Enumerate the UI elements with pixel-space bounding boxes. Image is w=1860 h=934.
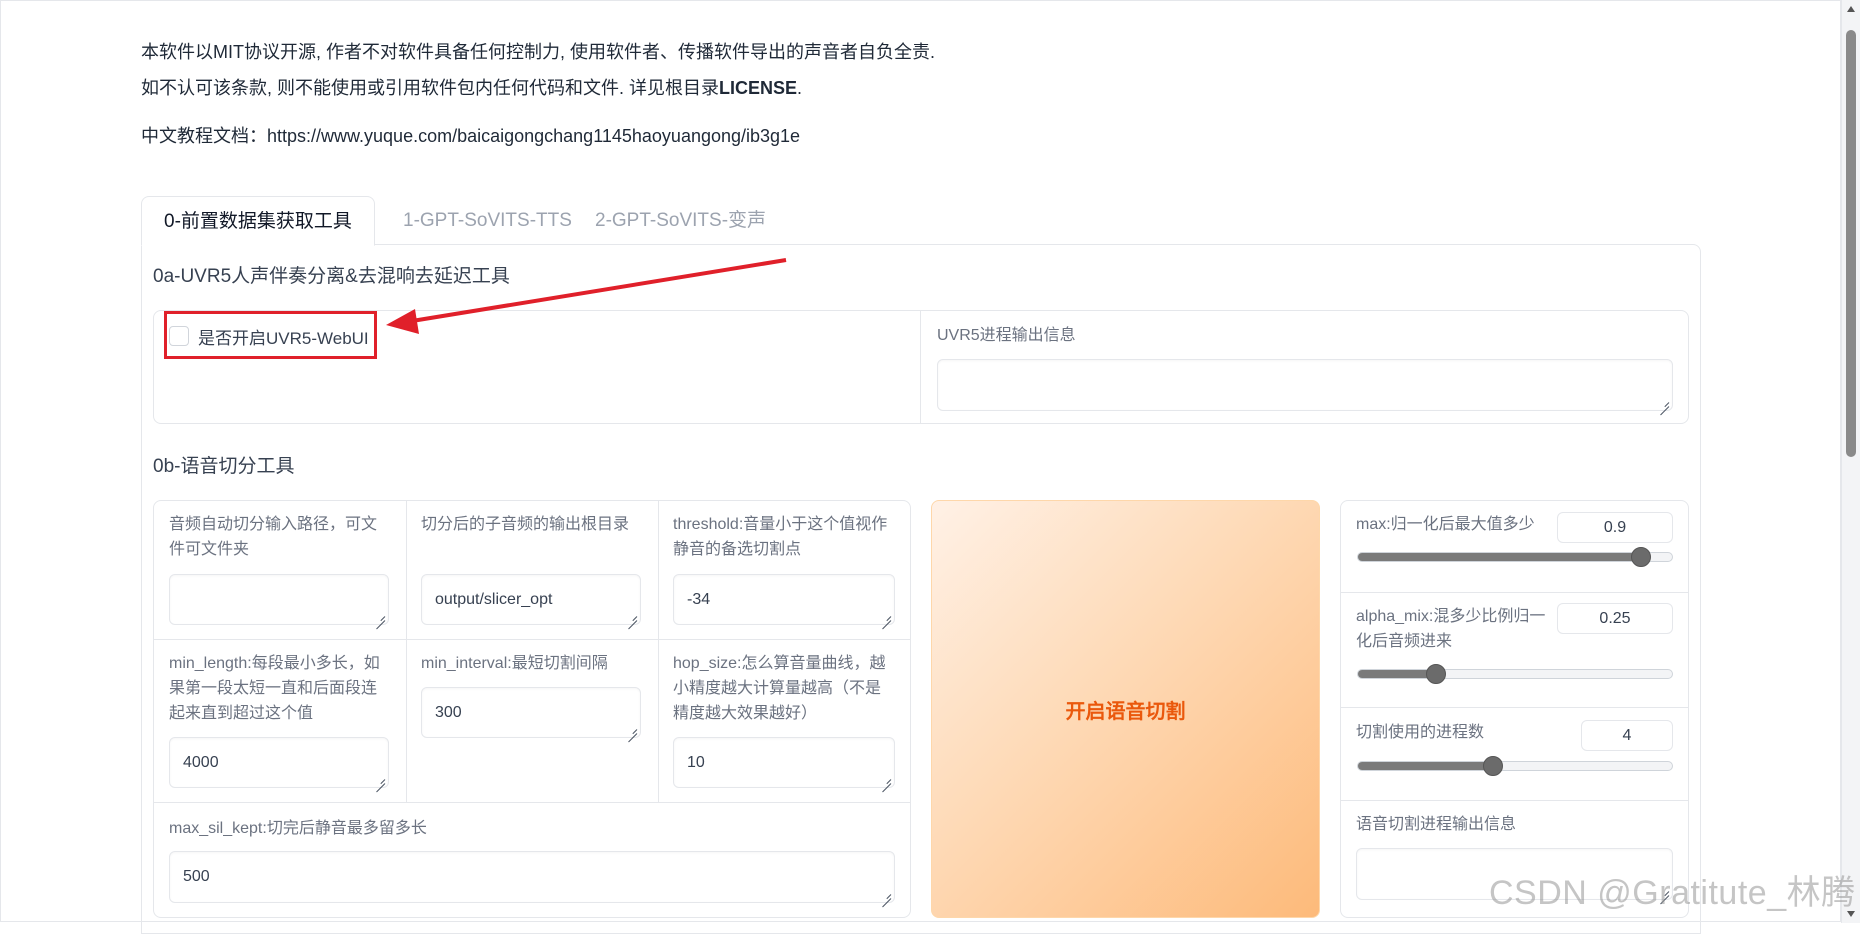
resize-grip-icon[interactable] — [1660, 398, 1669, 407]
threshold-label: threshold:音量小于这个值视作静音的备选切割点 — [673, 516, 888, 558]
annotation-highlight-box — [164, 311, 377, 359]
process-count-slider-fill — [1358, 762, 1494, 770]
grid-vline-2 — [658, 501, 659, 802]
tab-tts[interactable]: 1-GPT-SoVITS-TTS — [381, 196, 594, 246]
process-count-number-input[interactable]: 4 — [1581, 720, 1673, 751]
max-label: max:归一化后最大值多少 — [1356, 516, 1535, 533]
watermark: CSDN @Gratitute_林腾 — [1489, 874, 1856, 912]
max-slider-track[interactable] — [1357, 552, 1673, 562]
uvr5-output-label: UVR5进程输出信息 — [937, 327, 1076, 344]
min-interval-textbox[interactable]: 300 — [421, 687, 641, 738]
max-sil-kept-label: max_sil_kept:切完后静音最多留多长 — [169, 820, 427, 837]
output-dir-label: 切分后的子音频的输出根目录 — [421, 516, 630, 533]
input-path-textbox[interactable] — [169, 574, 389, 625]
tab-voice-change[interactable]: 2-GPT-SoVITS-变声 — [573, 196, 788, 246]
min-length-label: min_length:每段最小多长，如果第一段太短一直和后面段连起来直到超过这个… — [169, 655, 380, 722]
start-slicing-button[interactable]: 开启语音切割 — [931, 500, 1320, 918]
alpha-mix-slider-track[interactable] — [1357, 669, 1673, 679]
resize-grip-icon[interactable] — [628, 725, 637, 734]
tutorial-link[interactable]: https://www.yuque.com/baicaigongchang114… — [267, 126, 800, 146]
resize-grip-icon[interactable] — [628, 612, 637, 621]
slicer-section-title: 0b-语音切分工具 — [153, 456, 295, 477]
threshold-value: -34 — [687, 590, 711, 608]
alpha-mix-number-input[interactable]: 0.25 — [1557, 603, 1673, 634]
slicer-progress-label: 语音切割进程输出信息 — [1356, 816, 1517, 833]
grid-hline-2 — [154, 802, 910, 803]
input-path-label: 音频自动切分输入路径，可文件可文件夹 — [169, 516, 378, 558]
tab-dataset-tools[interactable]: 0-前置数据集获取工具 — [141, 196, 375, 246]
page-scrollbar[interactable] — [1841, 0, 1860, 923]
hop-size-textbox[interactable]: 10 — [673, 737, 895, 788]
resize-grip-icon[interactable] — [882, 890, 891, 899]
options-divider-1 — [1341, 592, 1688, 593]
alpha-mix-label: alpha_mix:混多少比例归一化后音频进来 — [1356, 608, 1546, 650]
notice-period: . — [797, 78, 803, 98]
max-sil-kept-textbox[interactable]: 500 — [169, 851, 895, 903]
resize-grip-icon[interactable] — [882, 612, 891, 621]
max-number-input[interactable]: 0.9 — [1557, 512, 1673, 543]
min-length-textbox[interactable]: 4000 — [169, 737, 389, 788]
max-slider-fill — [1358, 553, 1641, 561]
output-dir-textbox[interactable]: output/slicer_opt — [421, 574, 641, 625]
notice-line-2-text: 如不认可该条款, 则不能使用或引用软件包内任何代码和文件. 详见根目录 — [141, 78, 720, 98]
process-count-slider-thumb[interactable] — [1482, 756, 1503, 776]
process-count-label: 切割使用的进程数 — [1356, 724, 1485, 741]
hop-size-value: 10 — [687, 753, 705, 771]
min-interval-value: 300 — [435, 703, 462, 721]
resize-grip-icon[interactable] — [882, 775, 891, 784]
min-length-value: 4000 — [183, 753, 219, 771]
alpha-mix-slider-thumb[interactable] — [1426, 664, 1446, 684]
options-divider-2 — [1341, 707, 1688, 708]
hop-size-label: hop_size:怎么算音量曲线，越小精度越大计算量越高（不是精度越大效果越好） — [673, 655, 886, 722]
grid-hline-1 — [154, 639, 910, 640]
notice-line-2: 如不认可该条款, 则不能使用或引用软件包内任何代码和文件. 详见根目录LICEN… — [141, 70, 935, 106]
uvr5-output-textbox[interactable] — [937, 359, 1673, 411]
min-interval-label: min_interval:最短切割间隔 — [421, 655, 608, 672]
notice-line-1: 本软件以MIT协议开源, 作者不对软件具备任何控制力, 使用软件者、传播软件导出… — [141, 42, 935, 62]
options-divider-3 — [1341, 800, 1688, 801]
threshold-textbox[interactable]: -34 — [673, 574, 895, 625]
alpha-mix-slider-fill — [1358, 670, 1437, 678]
output-dir-value: output/slicer_opt — [435, 590, 553, 608]
scrollbar-thumb[interactable] — [1846, 30, 1856, 457]
uvr5-section-title: 0a-UVR5人声伴奏分离&去混响去延迟工具 — [153, 266, 510, 287]
uvr5-divider — [920, 311, 921, 423]
tutorial-line: 中文教程文档：https://www.yuque.com/baicaigongc… — [141, 122, 800, 148]
resize-grip-icon[interactable] — [376, 612, 385, 621]
process-count-slider-track[interactable] — [1357, 761, 1673, 771]
max-sil-kept-value: 500 — [183, 868, 210, 885]
license-notice: 本软件以MIT协议开源, 作者不对软件具备任何控制力, 使用软件者、传播软件导出… — [141, 34, 935, 106]
resize-grip-icon[interactable] — [376, 775, 385, 784]
scroll-up-icon[interactable] — [1847, 6, 1855, 12]
license-word: LICENSE — [719, 78, 798, 98]
tutorial-label: 中文教程文档： — [141, 126, 267, 146]
grid-vline-1 — [406, 501, 407, 802]
